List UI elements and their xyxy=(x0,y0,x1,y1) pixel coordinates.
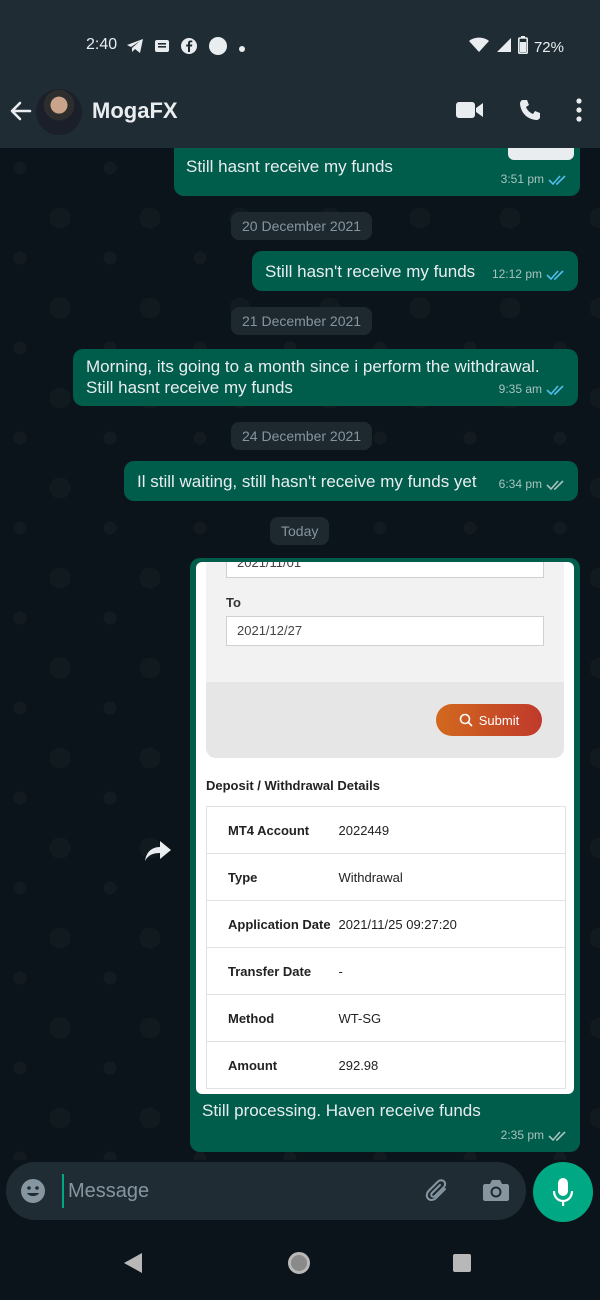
double-tick-delivered-icon xyxy=(548,1130,566,1141)
telegram-icon xyxy=(126,38,144,59)
from-date-field: 2021/11/01 xyxy=(226,562,544,578)
message-meta: 2:35 pm xyxy=(501,1125,568,1146)
message-time: 9:35 am xyxy=(498,382,542,396)
message-bubble[interactable]: Morning, its going to a month since i pe… xyxy=(73,349,578,406)
row-key: Application Date xyxy=(206,900,339,948)
submit-button: Submit xyxy=(436,704,542,736)
message-meta: 6:34 pm xyxy=(499,474,566,495)
message-composer xyxy=(6,1162,526,1220)
from-date-value: 2021/11/01 xyxy=(237,562,302,570)
message-text: Morning, its going to a month since i pe… xyxy=(86,357,540,397)
message-bubble[interactable]: Still hasn't receive my funds 12:12 pm xyxy=(252,251,578,291)
news-icon xyxy=(154,38,170,59)
system-nav-bar xyxy=(0,1226,600,1300)
chat-area[interactable]: Still hasnt receive my funds 3:51 pm 20 … xyxy=(0,148,600,1160)
quoted-preview xyxy=(508,148,574,160)
header-actions xyxy=(456,98,582,127)
date-chip: 20 December 2021 xyxy=(231,212,373,240)
message-meta: 3:51 pm xyxy=(501,169,568,190)
row-value: WT-SG xyxy=(338,994,566,1042)
table-row: Method WT-SG xyxy=(206,994,566,1042)
message-time: 12:12 pm xyxy=(491,267,542,281)
row-value: 292.98 xyxy=(338,1041,566,1089)
row-value: - xyxy=(338,947,566,995)
emoji-icon[interactable] xyxy=(20,1178,46,1209)
row-key: Type xyxy=(206,853,339,901)
date-filter-panel: 2021/11/01 To 2021/12/27 Submit xyxy=(206,562,564,758)
voice-call-icon[interactable] xyxy=(518,98,542,127)
table-row: Amount 292.98 xyxy=(206,1041,566,1089)
submit-label: Submit xyxy=(478,712,520,728)
message-text: Still hasnt receive my funds xyxy=(186,157,393,176)
message-bubble[interactable]: Il still waiting, still hasn't receive m… xyxy=(124,461,578,501)
message-time: 2:35 pm xyxy=(500,1128,544,1142)
nav-home-icon[interactable] xyxy=(288,1252,310,1274)
battery-percent: 72% xyxy=(533,38,564,56)
row-key: Method xyxy=(206,994,339,1042)
message-meta: 9:35 am xyxy=(499,379,566,400)
row-key: MT4 Account xyxy=(206,806,339,854)
date-chip: 24 December 2021 xyxy=(231,422,373,450)
table-row: Type Withdrawal xyxy=(206,853,566,901)
message-time: 6:34 pm xyxy=(498,477,542,491)
facebook-icon xyxy=(180,37,198,60)
row-value: Withdrawal xyxy=(338,853,566,901)
date-chip: Today xyxy=(270,517,330,545)
details-title: Deposit / Withdrawal Details xyxy=(206,778,380,793)
to-date-field: 2021/12/27 xyxy=(226,616,544,646)
double-tick-read-icon xyxy=(546,384,564,395)
message-text: Il still waiting, still hasn't receive m… xyxy=(137,472,477,491)
row-value: 2022449 xyxy=(338,806,566,854)
double-tick-read-icon xyxy=(546,269,564,280)
row-key: Transfer Date xyxy=(206,947,339,995)
details-table: MT4 Account 2022449 Type Withdrawal Applic… xyxy=(206,806,566,1089)
back-arrow-icon[interactable] xyxy=(8,98,34,124)
nav-back-icon[interactable] xyxy=(124,1253,142,1273)
microphone-icon xyxy=(552,1178,574,1206)
video-call-icon[interactable] xyxy=(456,101,484,124)
status-time: 2:40 xyxy=(86,36,118,53)
status-bar: 2:40 72% xyxy=(0,0,600,84)
message-time: 3:51 pm xyxy=(500,172,544,186)
more-notifications-dot-icon xyxy=(238,40,246,58)
avatar[interactable] xyxy=(36,89,82,135)
notification-icons xyxy=(126,36,246,61)
contact-name[interactable]: MogaFX xyxy=(92,98,178,124)
message-bubble[interactable]: Still hasnt receive my funds 3:51 pm xyxy=(174,148,580,196)
message-meta: 12:12 pm xyxy=(492,264,566,285)
date-chip: 21 December 2021 xyxy=(231,307,373,335)
table-row: MT4 Account 2022449 xyxy=(206,806,566,854)
nav-recents-icon[interactable] xyxy=(453,1254,471,1272)
camera-icon[interactable] xyxy=(482,1178,510,1207)
to-label: To xyxy=(226,595,241,610)
mic-button[interactable] xyxy=(533,1162,593,1222)
more-options-icon[interactable] xyxy=(576,98,582,127)
table-row: Application Date 2021/11/25 09:27:20 xyxy=(206,900,566,948)
row-key: Amount xyxy=(206,1041,339,1089)
signal-icon xyxy=(496,37,512,57)
circle-notification-icon xyxy=(208,36,228,61)
message-text: Still hasn't receive my funds xyxy=(265,262,476,281)
message-text: Still processing. Haven receive funds xyxy=(202,1101,481,1120)
to-date-value: 2021/12/27 xyxy=(237,623,303,638)
forward-icon[interactable] xyxy=(144,840,172,867)
table-row: Transfer Date - xyxy=(206,947,566,995)
wifi-icon xyxy=(468,37,490,57)
double-tick-read-icon xyxy=(548,174,566,185)
chat-header: MogaFX xyxy=(0,84,600,148)
battery-icon xyxy=(517,36,528,58)
double-tick-delivered-icon xyxy=(546,479,564,490)
attach-icon[interactable] xyxy=(424,1177,452,1210)
screenshot-image[interactable]: 2021/11/01 To 2021/12/27 Submit Deposit … xyxy=(196,562,574,1094)
status-right: 72% xyxy=(468,36,564,58)
message-input[interactable] xyxy=(62,1174,402,1208)
search-icon xyxy=(459,713,473,727)
row-value: 2021/11/25 09:27:20 xyxy=(338,900,566,948)
